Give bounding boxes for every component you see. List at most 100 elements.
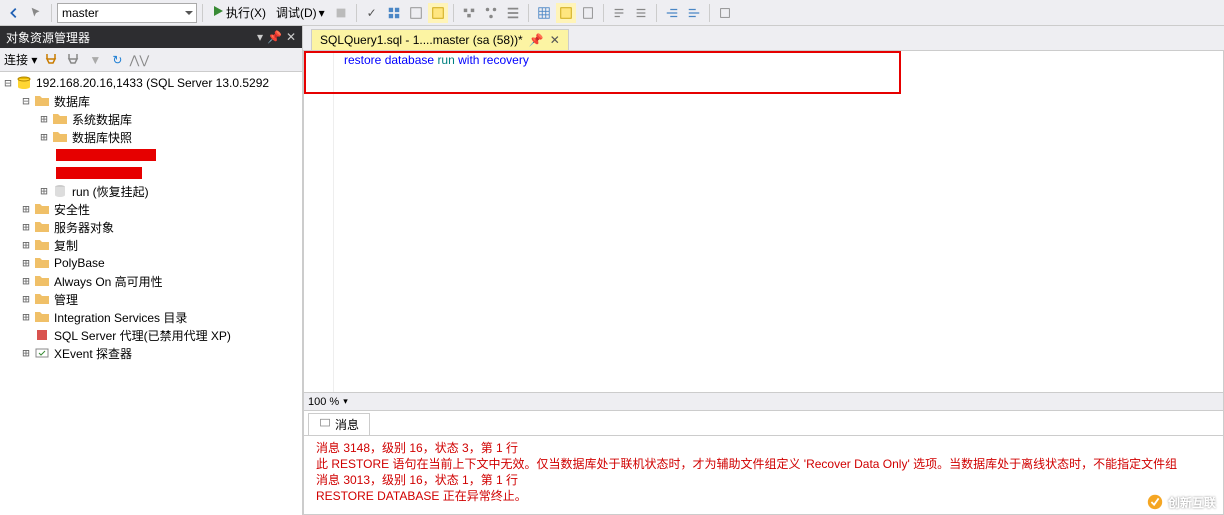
folder-icon [34, 273, 50, 289]
integration-node[interactable]: ⊞ Integration Services 目录 [0, 308, 302, 326]
redacted-node-2 [0, 164, 302, 182]
indent-icon[interactable] [662, 3, 682, 23]
messages-tab[interactable]: 消息 [308, 413, 370, 435]
main-toolbar: master 执行(X) 调试(D) ▾ ✓ [0, 0, 1224, 26]
sqlagent-node[interactable]: SQL Server 代理(已禁用代理 XP) [0, 326, 302, 344]
debug-button[interactable]: 调试(D) ▾ [272, 4, 329, 21]
database-selector[interactable]: master [57, 3, 197, 23]
outdent-icon[interactable] [684, 3, 704, 23]
tab-sqlquery[interactable]: SQLQuery1.sql - 1....master (sa (58))* 📌… [311, 29, 569, 50]
zoom-dropdown-icon[interactable]: ▾ [343, 396, 348, 407]
zoom-bar: 100 % ▾ [304, 392, 1223, 410]
expand-icon[interactable]: ⊞ [20, 274, 32, 288]
polybase-label: PolyBase [52, 256, 105, 270]
refresh-icon[interactable]: ↻ [109, 52, 125, 68]
activity-icon[interactable]: ⋀⋁ [131, 52, 147, 68]
outline-icon[interactable] [459, 3, 479, 23]
tab-title: SQLQuery1.sql - 1....master (sa (58))* [320, 33, 523, 47]
object-explorer-panel: 对象资源管理器 ▾ 📌 ✕ 连接 ▾ ▼ ↻ ⋀⋁ ⊟ 192.168.20.1… [0, 26, 303, 515]
comment-icon[interactable] [609, 3, 629, 23]
play-icon [212, 5, 224, 20]
disconnect-icon[interactable] [43, 52, 59, 68]
folder-icon [34, 201, 50, 217]
expand-icon[interactable]: ⊞ [20, 346, 32, 360]
db-selector-value: master [62, 6, 99, 20]
error-line: RESTORE DATABASE 正在异常终止。 [316, 488, 1211, 504]
alwayson-node[interactable]: ⊞ Always On 高可用性 [0, 272, 302, 290]
check-icon[interactable]: ✓ [362, 3, 382, 23]
xevent-node[interactable]: ⊞ XEvent 探查器 [0, 344, 302, 362]
expand-icon[interactable]: ⊞ [38, 130, 50, 144]
pin-icon[interactable]: 📌 [267, 30, 282, 44]
redacted-node-1 [0, 146, 302, 164]
expand-icon[interactable]: ⊞ [20, 310, 32, 324]
disconnect2-icon[interactable] [65, 52, 81, 68]
replication-node[interactable]: ⊞ 复制 [0, 236, 302, 254]
zoom-level[interactable]: 100 % [308, 396, 339, 408]
collapse-icon[interactable]: ⊟ [20, 94, 32, 108]
agent-icon [34, 327, 50, 343]
results-file-icon[interactable] [578, 3, 598, 23]
security-label: 安全性 [52, 201, 90, 218]
messages-tab-label: 消息 [335, 416, 359, 433]
rundb-node[interactable]: ⊞ run (恢复挂起) [0, 182, 302, 200]
databases-label: 数据库 [52, 93, 90, 110]
sql-editor[interactable]: restore database run with recovery [304, 51, 1223, 392]
error-line: 消息 3013，级别 16，状态 1，第 1 行 [316, 472, 1211, 488]
execute-label: 执行(X) [226, 4, 266, 21]
results-grid-icon[interactable] [534, 3, 554, 23]
expand-icon[interactable]: ⊞ [20, 202, 32, 216]
uncomment-icon[interactable] [631, 3, 651, 23]
stop-icon[interactable] [331, 3, 351, 23]
expand-icon[interactable]: ⊞ [20, 292, 32, 306]
close-icon[interactable]: ✕ [286, 30, 296, 44]
dropdown-icon[interactable]: ▾ [257, 30, 263, 44]
watermark-logo-icon [1146, 493, 1164, 511]
object-tree[interactable]: ⊟ 192.168.20.16,1433 (SQL Server 13.0.52… [0, 72, 302, 515]
polybase-node[interactable]: ⊞ PolyBase [0, 254, 302, 272]
cursor-icon[interactable] [26, 3, 46, 23]
folder-icon [34, 309, 50, 325]
expand-icon[interactable]: ⊞ [20, 238, 32, 252]
folder-icon [52, 111, 68, 127]
expand-icon[interactable]: ⊞ [20, 256, 32, 270]
server-objects-node[interactable]: ⊞ 服务器对象 [0, 218, 302, 236]
snapshot-node[interactable]: ⊞ 数据库快照 [0, 128, 302, 146]
messages-body[interactable]: 消息 3148，级别 16，状态 3，第 1 行 此 RESTORE 语句在当前… [304, 436, 1223, 514]
databases-node[interactable]: ⊟ 数据库 [0, 92, 302, 110]
nav-back-icon[interactable] [4, 3, 24, 23]
server-icon [16, 75, 32, 91]
expand-icon[interactable]: ⊞ [38, 112, 50, 126]
server-node[interactable]: ⊟ 192.168.20.16,1433 (SQL Server 13.0.52… [0, 74, 302, 92]
server-label: 192.168.20.16,1433 (SQL Server 13.0.5292 [34, 76, 269, 90]
sql-keyword: database [385, 53, 434, 67]
sysdb-label: 系统数据库 [70, 111, 132, 128]
connect-button[interactable]: 连接 ▾ [4, 51, 37, 68]
schema-icon[interactable] [481, 3, 501, 23]
collapse-icon[interactable]: ⊟ [2, 76, 14, 90]
management-label: 管理 [52, 291, 78, 308]
expand-icon[interactable]: ⊞ [38, 184, 50, 198]
sysdb-node[interactable]: ⊞ 系统数据库 [0, 110, 302, 128]
filter-icon[interactable]: ▼ [87, 52, 103, 68]
sqlagent-label: SQL Server 代理(已禁用代理 XP) [52, 327, 231, 344]
alwayson-label: Always On 高可用性 [52, 273, 163, 290]
xevent-icon [34, 345, 50, 361]
grid-icon[interactable] [384, 3, 404, 23]
execute-button[interactable]: 执行(X) [208, 4, 270, 21]
messages-icon [319, 417, 331, 432]
expand-icon[interactable]: ⊞ [20, 220, 32, 234]
management-node[interactable]: ⊞ 管理 [0, 290, 302, 308]
results-text-icon[interactable] [556, 3, 576, 23]
list-icon[interactable] [503, 3, 523, 23]
close-icon[interactable]: ✕ [550, 33, 560, 47]
security-node[interactable]: ⊞ 安全性 [0, 200, 302, 218]
pin-icon[interactable]: 📌 [529, 33, 544, 47]
table-icon[interactable] [406, 3, 426, 23]
highlight-icon[interactable] [428, 3, 448, 23]
options-icon[interactable] [715, 3, 735, 23]
error-line: 此 RESTORE 语句在当前上下文中无效。仅当数据库处于联机状态时，才为辅助文… [316, 456, 1211, 472]
folder-icon [34, 237, 50, 253]
sql-keyword: restore [344, 53, 381, 67]
connect-toolbar: 连接 ▾ ▼ ↻ ⋀⋁ [0, 48, 302, 72]
